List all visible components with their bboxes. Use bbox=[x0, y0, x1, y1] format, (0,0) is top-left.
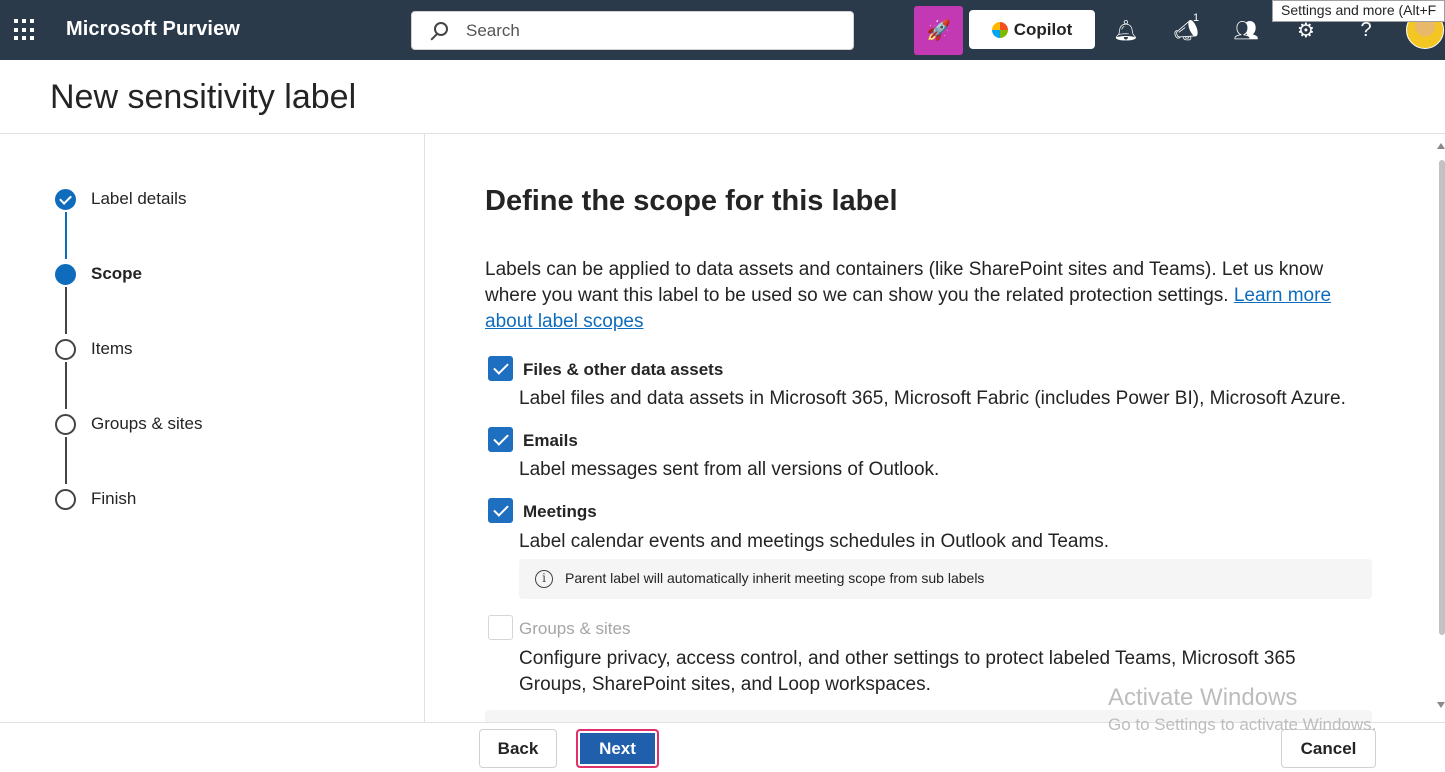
top-bar: Microsoft Purview 🚀 Copilot 🔔︎ 📣︎ 1 👥︎ ⚙… bbox=[0, 0, 1445, 60]
header-divider bbox=[0, 133, 1445, 134]
step-connector bbox=[65, 212, 67, 259]
empty-circle-icon bbox=[55, 488, 76, 510]
step-label: Groups & sites bbox=[91, 414, 203, 433]
step-label: Scope bbox=[91, 264, 143, 283]
step-label: Label details bbox=[91, 189, 187, 208]
current-step-icon bbox=[55, 263, 76, 285]
scroll-up-arrow-icon[interactable] bbox=[1437, 143, 1445, 149]
files-checkbox[interactable] bbox=[488, 356, 513, 381]
copilot-icon bbox=[991, 21, 1008, 38]
step-label-details[interactable]: Label details bbox=[55, 188, 186, 210]
search-icon bbox=[434, 22, 448, 36]
step-connector bbox=[65, 437, 67, 484]
intro-body: Labels can be applied to data assets and… bbox=[485, 259, 1324, 306]
files-option-description: Label files and data assets in Microsoft… bbox=[519, 388, 1346, 409]
meetings-option-title: Meetings bbox=[523, 502, 597, 521]
bell-icon[interactable]: 🔔︎ bbox=[1112, 16, 1140, 44]
scroll-down-arrow-icon[interactable] bbox=[1437, 702, 1445, 708]
groups-sites-option-title: Groups & sites bbox=[519, 619, 631, 638]
meetings-option-description: Label calendar events and meetings sched… bbox=[519, 531, 1110, 552]
copilot-button[interactable]: Copilot bbox=[969, 10, 1095, 49]
scrollbar-thumb[interactable] bbox=[1439, 160, 1445, 635]
rocket-icon[interactable]: 🚀 bbox=[914, 6, 963, 55]
empty-circle-icon bbox=[55, 338, 76, 360]
people-icon[interactable]: 👥︎ bbox=[1232, 16, 1260, 44]
emails-option-title: Emails bbox=[523, 431, 578, 450]
empty-circle-icon bbox=[55, 413, 76, 435]
app-name[interactable]: Microsoft Purview bbox=[66, 18, 240, 41]
activation-watermark-title: Activate Windows bbox=[1108, 684, 1298, 711]
stepper-divider bbox=[424, 134, 425, 722]
meetings-checkbox[interactable] bbox=[488, 498, 513, 523]
emails-option-description: Label messages sent from all versions of… bbox=[519, 459, 940, 480]
meetings-info-bar: i Parent label will automatically inheri… bbox=[519, 559, 1372, 599]
back-button[interactable]: Back bbox=[479, 729, 557, 768]
step-scope[interactable]: Scope bbox=[55, 263, 142, 285]
info-icon: i bbox=[535, 570, 553, 588]
meetings-info-text: Parent label will automatically inherit … bbox=[565, 570, 985, 586]
notification-badge: 1 bbox=[1193, 12, 1200, 24]
copilot-label: Copilot bbox=[1013, 19, 1073, 39]
step-connector bbox=[65, 287, 67, 334]
activation-watermark-subtitle: Go to Settings to activate Windows. bbox=[1108, 715, 1377, 734]
app-launcher-icon[interactable] bbox=[14, 19, 36, 41]
search-box[interactable] bbox=[411, 11, 854, 50]
groups-sites-checkbox[interactable] bbox=[488, 615, 513, 640]
step-items[interactable]: Items bbox=[55, 338, 133, 360]
step-label: Finish bbox=[91, 489, 137, 508]
search-input[interactable] bbox=[466, 20, 826, 42]
emails-checkbox[interactable] bbox=[488, 427, 513, 452]
settings-tooltip: Settings and more (Alt+F bbox=[1272, 0, 1445, 22]
files-option-title: Files & other data assets bbox=[523, 360, 724, 379]
intro-text: Labels can be applied to data assets and… bbox=[485, 257, 1365, 335]
step-label: Items bbox=[91, 339, 133, 358]
step-finish[interactable]: Finish bbox=[55, 488, 136, 510]
section-heading: Define the scope for this label bbox=[485, 185, 898, 217]
next-button[interactable]: Next bbox=[576, 729, 659, 768]
step-groups-sites[interactable]: Groups & sites bbox=[55, 413, 203, 435]
step-connector bbox=[65, 362, 67, 409]
checkmark-circle-icon bbox=[55, 188, 76, 210]
page-title: New sensitivity label bbox=[50, 78, 357, 116]
